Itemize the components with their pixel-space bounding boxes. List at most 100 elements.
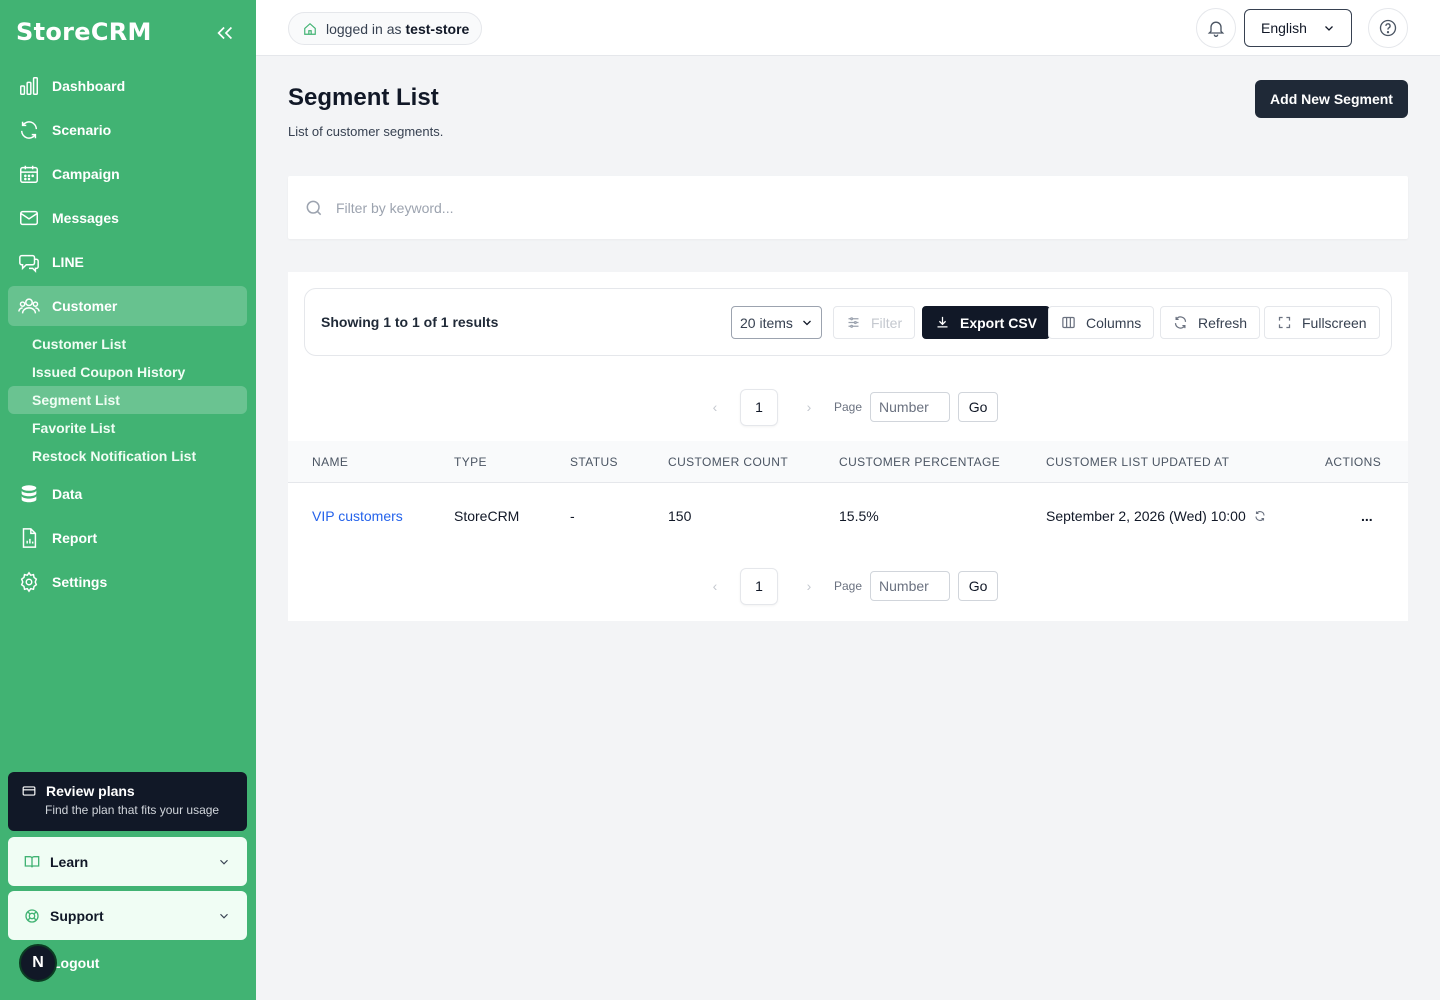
plan-card-title-row: Review plans xyxy=(22,783,233,799)
review-plans-card[interactable]: Review plans Find the plan that fits you… xyxy=(8,772,247,831)
nav-item-scenario[interactable]: Scenario xyxy=(8,110,247,150)
segment-name-link[interactable]: VIP customers xyxy=(312,508,403,524)
mail-icon xyxy=(20,210,38,226)
nav-item-report[interactable]: Report xyxy=(8,518,247,558)
lifebuoy-icon xyxy=(25,908,39,923)
columns-label: Columns xyxy=(1086,314,1142,331)
plan-card-title: Review plans xyxy=(46,783,135,799)
next-page-button[interactable]: › xyxy=(798,399,820,415)
nav-label: LINE xyxy=(52,254,84,270)
col-header-customer-count[interactable]: CUSTOMER COUNT xyxy=(668,455,788,469)
col-header-name[interactable]: NAME xyxy=(312,455,348,469)
nav-label: Data xyxy=(52,486,83,502)
nav-label: Scenario xyxy=(52,122,112,138)
gear-icon xyxy=(20,571,38,593)
nav-label: Campaign xyxy=(52,166,120,182)
refresh-label: Refresh xyxy=(1198,314,1248,331)
add-new-segment-button[interactable]: Add New Segment xyxy=(1255,80,1408,118)
nav-label: Dashboard xyxy=(52,78,126,94)
page-number-button[interactable]: 1 xyxy=(740,388,778,426)
go-button[interactable]: Go xyxy=(958,571,999,601)
subnav-customer-list[interactable]: Customer List xyxy=(8,330,247,358)
go-button[interactable]: Go xyxy=(958,392,999,422)
learn-accordion[interactable]: Learn xyxy=(8,837,247,886)
store-indicator[interactable]: logged in as test-store xyxy=(288,12,483,45)
prev-page-button[interactable]: ‹ xyxy=(704,578,726,594)
filter-label: Filter xyxy=(871,314,903,331)
chat-icon xyxy=(19,254,39,273)
chevron-down-icon xyxy=(220,859,228,865)
table-header: NAME TYPE STATUS CUSTOMER COUNT CUSTOMER… xyxy=(288,441,1408,483)
support-accordion[interactable]: Support xyxy=(8,891,247,940)
subnav-restock-notification-list[interactable]: Restock Notification List xyxy=(8,442,247,470)
avatar[interactable]: N xyxy=(19,944,57,982)
nav-label: Messages xyxy=(52,210,119,226)
columns-icon xyxy=(1062,316,1075,329)
chevron-down-icon xyxy=(802,320,811,326)
sliders-icon xyxy=(848,317,859,328)
nav-item-customer[interactable]: Customer xyxy=(8,286,247,326)
database-icon xyxy=(21,485,37,503)
row-actions-button[interactable]: ... xyxy=(1361,508,1373,524)
search-input[interactable] xyxy=(336,199,936,216)
logout-link[interactable]: Logout xyxy=(52,955,99,971)
refresh-button[interactable]: Refresh xyxy=(1160,306,1261,339)
subnav-favorite-list[interactable]: Favorite List xyxy=(8,414,247,442)
nav-item-dashboard[interactable]: Dashboard xyxy=(8,66,247,106)
subnav-issued-coupon-history[interactable]: Issued Coupon History xyxy=(8,358,247,386)
nav-item-settings[interactable]: Settings xyxy=(8,562,247,602)
notifications-button[interactable] xyxy=(1196,8,1236,48)
search-icon xyxy=(306,200,322,215)
table-toolbar: Showing 1 to 1 of 1 results 20 items Fil… xyxy=(304,288,1392,356)
chevron-down-icon xyxy=(1325,26,1333,31)
nav-item-messages[interactable]: Messages xyxy=(8,198,247,238)
page-number-button[interactable]: 1 xyxy=(740,567,778,605)
col-header-updated-at[interactable]: CUSTOMER LIST UPDATED AT xyxy=(1046,455,1229,469)
credit-card-icon xyxy=(22,786,36,796)
segment-table-panel: Showing 1 to 1 of 1 results 20 items Fil… xyxy=(288,272,1408,621)
refresh-icon[interactable] xyxy=(1254,510,1266,522)
pagination-top: ‹ 1 › Page Go xyxy=(704,388,999,426)
items-per-page-select[interactable]: 20 items xyxy=(731,306,822,339)
brand-logo[interactable]: StoreCRM xyxy=(16,18,152,46)
refresh-icon xyxy=(20,121,38,139)
store-name: test-store xyxy=(405,20,470,37)
items-per-page-value: 20 items xyxy=(740,314,793,331)
fullscreen-button[interactable]: Fullscreen xyxy=(1264,306,1380,339)
main-nav: Dashboard Scenario Campaign Messages LIN… xyxy=(8,66,247,606)
prev-page-button[interactable]: ‹ xyxy=(704,399,726,415)
subnav-segment-list[interactable]: Segment List xyxy=(8,386,247,414)
page-label: Page xyxy=(834,579,863,593)
filter-button[interactable]: Filter xyxy=(833,306,916,339)
page-label: Page xyxy=(834,400,863,414)
nav-item-data[interactable]: Data xyxy=(8,474,247,514)
col-header-customer-percentage[interactable]: CUSTOMER PERCENTAGE xyxy=(839,455,1000,469)
nav-item-line[interactable]: LINE xyxy=(8,242,247,282)
segment-customer-percentage: 15.5% xyxy=(839,508,879,524)
segment-status: - xyxy=(570,508,575,524)
chart-bar-icon xyxy=(20,77,38,95)
nav-label: Report xyxy=(52,530,98,546)
refresh-icon xyxy=(1174,316,1187,329)
collapse-sidebar-icon[interactable] xyxy=(214,22,236,44)
col-header-type[interactable]: TYPE xyxy=(454,455,487,469)
segment-updated-at: September 2, 2026 (Wed) 10:00 xyxy=(1046,508,1246,524)
customer-submenu: Customer List Issued Coupon History Segm… xyxy=(8,330,247,470)
nav-item-campaign[interactable]: Campaign xyxy=(8,154,247,194)
export-csv-button[interactable]: Export CSV xyxy=(922,306,1051,339)
next-page-button[interactable]: › xyxy=(798,578,820,594)
pagination-bottom: ‹ 1 › Page Go xyxy=(704,567,999,605)
table-row: VIP customers StoreCRM - 150 15.5% Septe… xyxy=(288,483,1408,551)
home-icon xyxy=(304,22,316,35)
page-number-input[interactable] xyxy=(870,392,951,422)
help-button[interactable] xyxy=(1368,8,1408,48)
logged-in-prefix: logged in as xyxy=(326,20,402,37)
segment-type: StoreCRM xyxy=(454,508,520,524)
columns-button[interactable]: Columns xyxy=(1048,306,1155,339)
language-select[interactable]: English xyxy=(1244,9,1352,47)
report-icon xyxy=(22,528,37,548)
fullscreen-label: Fullscreen xyxy=(1302,314,1367,331)
col-header-status[interactable]: STATUS xyxy=(570,455,618,469)
help-circle-icon xyxy=(1379,19,1397,37)
page-number-input[interactable] xyxy=(870,571,951,601)
